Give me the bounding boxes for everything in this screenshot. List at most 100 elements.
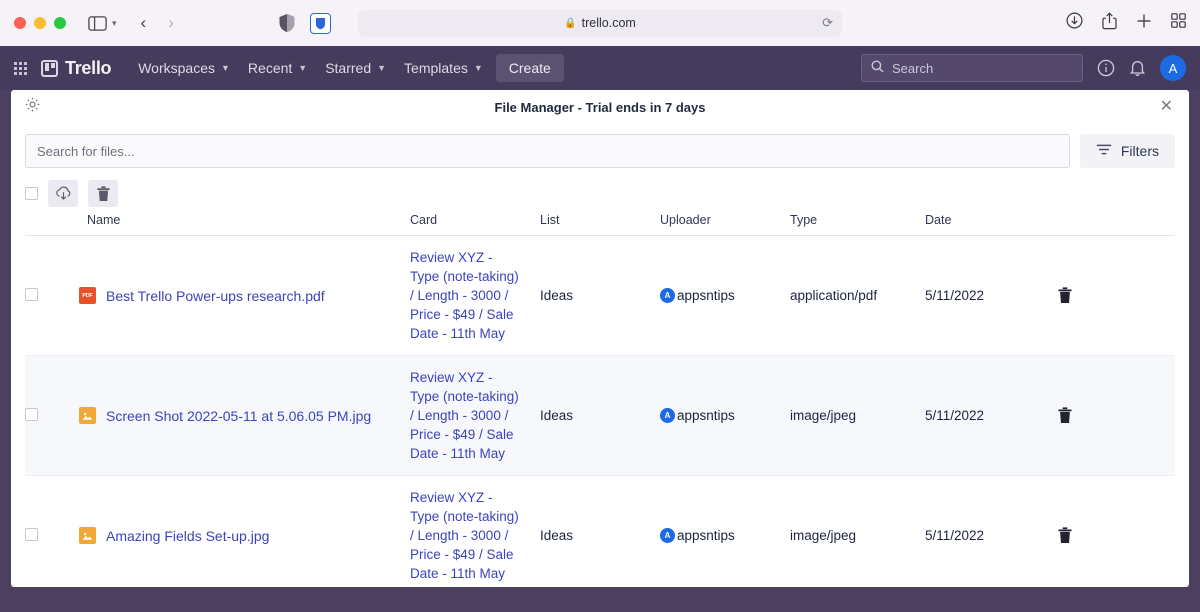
file-name-link[interactable]: Best Trello Power-ups research.pdf [106, 288, 325, 304]
file-search-input[interactable]: Search for files... [25, 134, 1070, 168]
file-name-link[interactable]: Screen Shot 2022-05-11 at 5.06.05 PM.jpg [106, 408, 371, 424]
modal-overlay: File Manager - Trial ends in 7 days ✕ Se… [0, 90, 1200, 612]
trello-top-nav: Trello Workspaces ▼ Recent ▼ Starred ▼ T… [0, 46, 1200, 90]
maximize-window-button[interactable] [54, 17, 66, 29]
uploader-name: appsntips [677, 528, 735, 543]
search-icon [871, 60, 884, 76]
uploader-name: appsntips [677, 288, 735, 303]
cloud-download-icon[interactable] [48, 180, 78, 207]
row-checkbox[interactable] [25, 408, 38, 421]
uploader-cell: A appsntips [660, 278, 790, 313]
settings-gear-icon[interactable] [25, 97, 40, 117]
bulk-action-bar [11, 174, 1189, 209]
row-select-cell [25, 398, 55, 434]
row-checkbox[interactable] [25, 528, 38, 541]
image-file-icon [79, 527, 96, 544]
files-table: Name Card List Uploader Type Date PDF Be… [11, 209, 1189, 587]
address-bar[interactable]: 🔒 trello.com ⟳ [358, 10, 842, 37]
reload-icon[interactable]: ⟳ [822, 15, 833, 31]
create-button[interactable]: Create [496, 54, 564, 82]
user-avatar[interactable]: A [1160, 55, 1186, 81]
type-cell: application/pdf [790, 278, 925, 313]
column-header-name[interactable]: Name [55, 213, 410, 227]
column-header-list[interactable]: List [540, 213, 660, 227]
column-header-uploader[interactable]: Uploader [660, 213, 790, 227]
row-select-cell [25, 518, 55, 554]
close-window-button[interactable] [14, 17, 26, 29]
back-arrow-icon[interactable]: ‹ [141, 13, 147, 33]
window-controls[interactable] [14, 17, 66, 29]
privacy-shield-icon[interactable] [278, 13, 296, 33]
date-cell: 5/11/2022 [925, 518, 1055, 553]
uploader-avatar: A [660, 408, 675, 423]
type-cell: image/jpeg [790, 518, 925, 553]
list-cell: Ideas [540, 278, 660, 313]
browser-toolbar: ▾ ‹ › 🔒 trello.com ⟳ [0, 0, 1200, 46]
file-manager-modal: File Manager - Trial ends in 7 days ✕ Se… [11, 90, 1189, 587]
chrome-middle-icons [278, 13, 331, 34]
row-delete-trash-icon[interactable] [1055, 517, 1175, 554]
global-search-placeholder: Search [892, 61, 933, 76]
tab-overview-icon[interactable] [1171, 13, 1186, 33]
file-search-row: Search for files... Filters [11, 122, 1189, 174]
plus-icon[interactable] [1136, 13, 1152, 34]
file-name-link[interactable]: Amazing Fields Set-up.jpg [106, 528, 269, 544]
sidebar-dropdown-chevron-icon[interactable]: ▾ [112, 18, 117, 29]
uploader-avatar: A [660, 528, 675, 543]
date-cell: 5/11/2022 [925, 398, 1055, 433]
trello-board-icon [41, 60, 58, 77]
url-text: trello.com [582, 16, 636, 30]
navigation-arrows[interactable]: ‹ › [141, 13, 174, 33]
uploader-avatar: A [660, 288, 675, 303]
filters-label: Filters [1121, 143, 1159, 159]
download-icon[interactable] [1066, 12, 1083, 34]
select-all-checkbox[interactable] [25, 187, 38, 200]
nav-label-templates: Templates [404, 60, 468, 76]
delete-selected-trash-icon[interactable] [88, 180, 118, 207]
row-select-cell [25, 278, 55, 314]
pdf-file-icon: PDF [79, 287, 96, 304]
modal-title: File Manager - Trial ends in 7 days [11, 100, 1189, 115]
list-cell: Ideas [540, 518, 660, 553]
card-link[interactable]: Review XYZ - Type (note-taking) / Length… [410, 356, 522, 475]
nav-label-workspaces: Workspaces [138, 60, 215, 76]
modal-header: File Manager - Trial ends in 7 days ✕ [11, 92, 1189, 122]
filters-button[interactable]: Filters [1080, 134, 1175, 168]
notification-bell-icon[interactable] [1129, 59, 1146, 77]
card-link[interactable]: Review XYZ - Type (note-taking) / Length… [410, 476, 522, 587]
table-row: Screen Shot 2022-05-11 at 5.06.05 PM.jpg… [25, 356, 1175, 476]
trello-logo[interactable]: Trello [41, 58, 111, 79]
apps-grid-icon[interactable] [14, 62, 27, 75]
column-header-date[interactable]: Date [925, 213, 1055, 227]
nav-item-recent[interactable]: Recent ▼ [239, 54, 316, 82]
card-link[interactable]: Review XYZ - Type (note-taking) / Length… [410, 236, 522, 355]
nav-item-workspaces[interactable]: Workspaces ▼ [129, 54, 239, 82]
table-row: PDF Best Trello Power-ups research.pdf R… [25, 236, 1175, 356]
column-header-type[interactable]: Type [790, 213, 925, 227]
nav-item-templates[interactable]: Templates ▼ [395, 54, 492, 82]
column-header-card[interactable]: Card [410, 213, 540, 227]
share-icon[interactable] [1102, 12, 1117, 35]
forward-arrow-icon: › [168, 13, 174, 33]
table-header-row: Name Card List Uploader Type Date [25, 209, 1175, 236]
info-icon[interactable] [1097, 59, 1115, 77]
file-name-cell: Screen Shot 2022-05-11 at 5.06.05 PM.jpg [55, 397, 410, 434]
filter-icon [1096, 143, 1112, 159]
uploader-cell: A appsntips [660, 518, 790, 553]
nav-label-starred: Starred [325, 60, 371, 76]
chrome-right-icons [1066, 12, 1186, 35]
row-delete-trash-icon[interactable] [1055, 277, 1175, 314]
row-checkbox[interactable] [25, 288, 38, 301]
close-icon[interactable]: ✕ [1160, 99, 1173, 115]
uploader-name: appsntips [677, 408, 735, 423]
trello-nav-right: Search A [861, 54, 1186, 82]
extension-icon[interactable] [310, 13, 331, 34]
list-cell: Ideas [540, 398, 660, 433]
image-file-icon [79, 407, 96, 424]
sidebar-toggle-icon[interactable] [88, 16, 107, 31]
minimize-window-button[interactable] [34, 17, 46, 29]
global-search-input[interactable]: Search [861, 54, 1083, 82]
nav-label-recent: Recent [248, 60, 292, 76]
nav-item-starred[interactable]: Starred ▼ [316, 54, 395, 82]
row-delete-trash-icon[interactable] [1055, 397, 1175, 434]
